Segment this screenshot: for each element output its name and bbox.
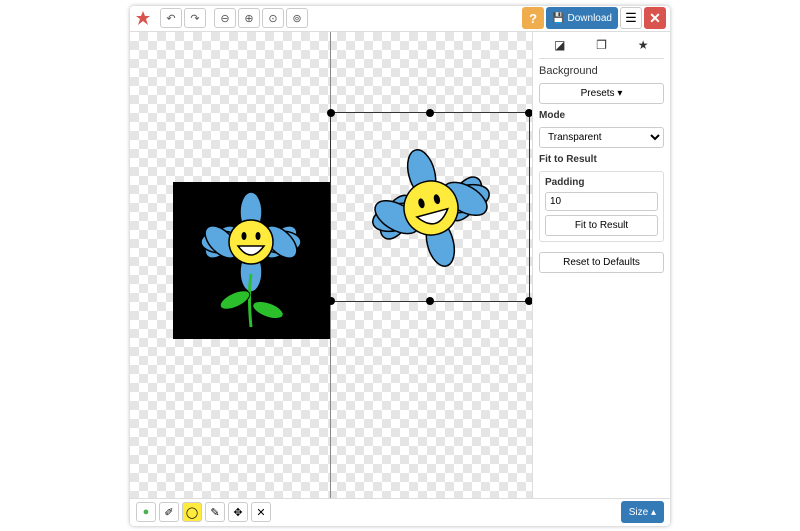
fit-panel: Padding Fit to Result [539,171,664,242]
mode-select[interactable]: Transparent [539,127,664,148]
download-button[interactable]: 💾 Download [546,7,618,29]
history-group: ↶ ↷ [160,8,206,28]
highlight-tool-button[interactable]: ◯ [182,502,202,522]
crop-handle-tl[interactable] [327,109,335,117]
help-button[interactable]: ? [522,7,544,29]
size-button[interactable]: Size ▴ [621,501,664,523]
properties-sidebar: ◪ ❐ ★ Background Presets ▾ Mode Transpar… [532,32,670,498]
crop-handle-tm[interactable] [426,109,434,117]
redo-button[interactable]: ↷ [184,8,206,28]
zoom-actual-button[interactable]: ⊚ [286,8,308,28]
zoom-fit-button[interactable]: ⊙ [262,8,284,28]
app-window: ↶ ↷ ⊖ ⊕ ⊙ ⊚ ? 💾 Download ☰ ✕ [130,6,670,526]
bottom-toolbar: ● ✐ ◯ ✎ ✥ ✕ Size ▴ [130,498,670,526]
top-toolbar: ↶ ↷ ⊖ ⊕ ⊙ ⊚ ? 💾 Download ☰ ✕ [130,6,670,32]
crop-handle-bm[interactable] [426,297,434,305]
reset-defaults-button[interactable]: Reset to Defaults [539,252,664,273]
section-title: Background [539,65,664,77]
brush-tool-button[interactable]: ✎ [205,502,225,522]
close-button[interactable]: ✕ [644,7,666,29]
zoom-in-button[interactable]: ⊕ [238,8,260,28]
canvas-area[interactable] [130,32,532,498]
menu-button[interactable]: ☰ [620,7,642,29]
add-tool-button[interactable]: ● [136,502,156,522]
padding-input[interactable] [545,192,658,211]
presets-button[interactable]: Presets ▾ [539,83,664,104]
undo-button[interactable]: ↶ [160,8,182,28]
zoom-out-button[interactable]: ⊖ [214,8,236,28]
fit-title: Fit to Result [539,154,664,165]
zoom-group: ⊖ ⊕ ⊙ ⊚ [214,8,308,28]
sidebar-tabs: ◪ ❐ ★ [539,36,664,59]
remove-tool-button[interactable]: ✕ [251,502,271,522]
padding-label: Padding [545,177,658,188]
tab-layers-icon[interactable]: ❐ [591,36,611,54]
tab-favorite-icon[interactable]: ★ [633,36,653,54]
fit-to-result-button[interactable]: Fit to Result [545,215,658,236]
mode-label: Mode [539,110,664,121]
erase-tool-button[interactable]: ✐ [159,502,179,522]
download-label: Download [568,13,612,24]
original-image [173,182,330,339]
tab-background-icon[interactable]: ◪ [550,36,570,54]
save-icon: 💾 [552,13,564,24]
move-tool-button[interactable]: ✥ [228,502,248,522]
crop-handle-br[interactable] [525,297,532,305]
crop-handle-tr[interactable] [525,109,532,117]
crop-selection[interactable] [330,112,530,302]
crop-handle-bl[interactable] [327,297,335,305]
app-logo-icon [134,9,152,27]
main-body: ◪ ❐ ★ Background Presets ▾ Mode Transpar… [130,32,670,498]
